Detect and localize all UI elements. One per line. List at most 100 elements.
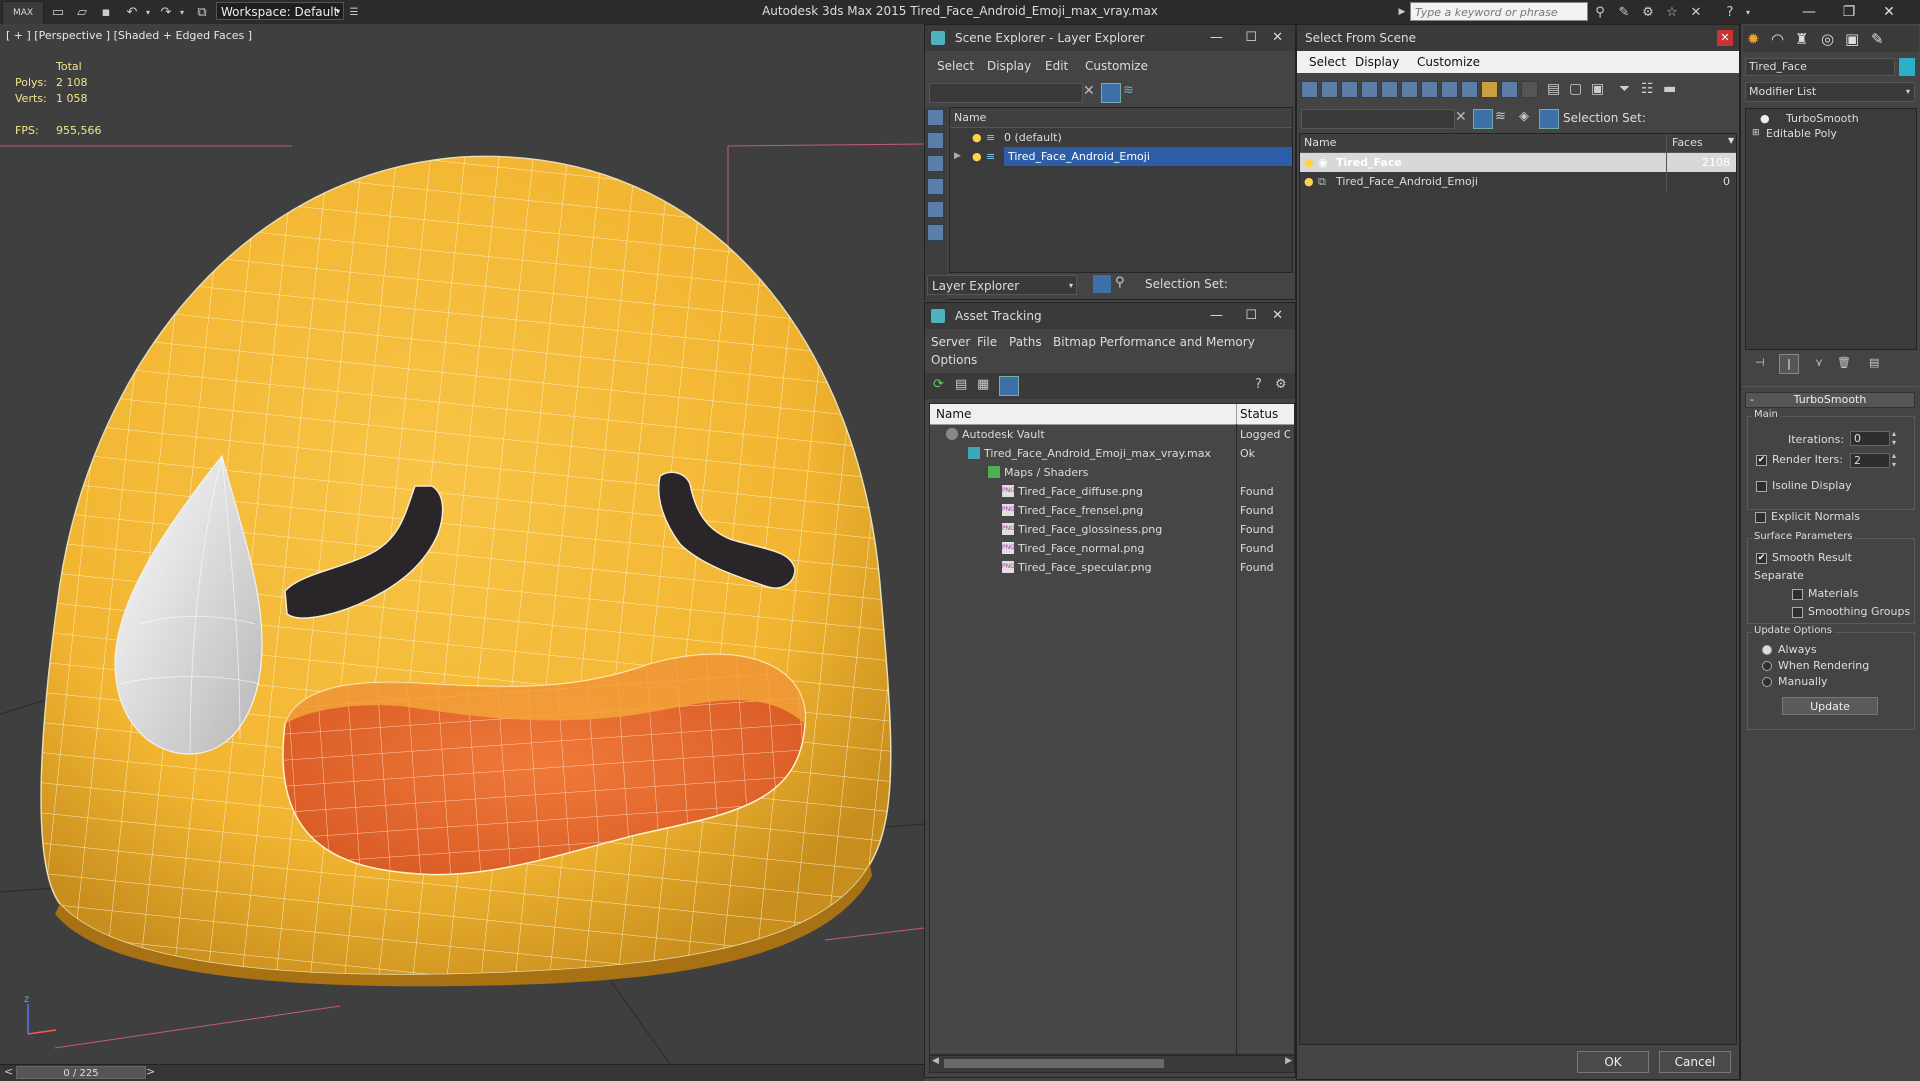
thumbnail-view-icon[interactable]: ▦ <box>977 377 993 393</box>
scroll-right-icon[interactable]: ▶ <box>1285 1056 1292 1066</box>
settings-icon[interactable]: ⚙ <box>1275 377 1291 393</box>
favorites-icon[interactable]: ☆ <box>1664 4 1680 20</box>
search-input[interactable]: Type a keyword or phrase <box>1410 2 1588 21</box>
render-iters-spinner[interactable]: 2 <box>1850 453 1890 468</box>
hierarchy-tab-icon[interactable]: ♜ <box>1795 30 1808 48</box>
open-file-icon[interactable]: ▱ <box>74 4 90 20</box>
asset-row[interactable]: PNG Tired_Face_glossiness.png Found <box>930 520 1294 539</box>
collapse-icon[interactable]: ▬ <box>1663 81 1676 97</box>
stack-item-editable-poly[interactable]: ⊞ Editable Poly <box>1746 124 1916 143</box>
binoculars-icon[interactable]: ⚲ <box>1592 4 1608 20</box>
shapes-icon[interactable] <box>1321 81 1338 98</box>
redo-dropdown-icon[interactable]: ▾ <box>174 4 190 20</box>
asset-tracking-titlebar[interactable]: Asset Tracking — ☐ ✕ <box>925 303 1295 329</box>
smoothing-groups-checkbox[interactable] <box>1792 607 1803 618</box>
modifier-stack[interactable]: ● TurboSmooth ⊞ Editable Poly <box>1745 108 1917 350</box>
render-iters-checkbox[interactable]: ✔ <box>1756 455 1767 466</box>
hidden-icon[interactable] <box>1521 81 1538 98</box>
time-prev-button[interactable]: < <box>4 1065 13 1078</box>
display-all-icon[interactable] <box>927 132 944 149</box>
exchange-icon[interactable]: ⚙ <box>1640 4 1656 20</box>
menu-customize[interactable]: Customize <box>1417 55 1480 69</box>
column-header-faces[interactable]: Faces <box>1672 136 1703 149</box>
menu-display[interactable]: Display <box>987 59 1031 73</box>
menu-options[interactable]: Options <box>931 353 977 367</box>
scene-explorer-titlebar[interactable]: Scene Explorer - Layer Explorer — ☐ ✕ <box>925 25 1295 51</box>
workspace-dropdown[interactable]: Workspace: Default ▾ <box>216 2 344 20</box>
cancel-button[interactable]: Cancel <box>1659 1051 1731 1073</box>
expand-search-icon[interactable]: ▶ <box>1394 4 1410 20</box>
asset-row[interactable]: PNG Tired_Face_specular.png Found <box>930 558 1294 577</box>
menu-display[interactable]: Display <box>1355 55 1399 69</box>
menu-server[interactable]: Server <box>931 335 970 349</box>
filter-toggle-icon[interactable] <box>1473 109 1493 129</box>
column-header-name[interactable]: Name <box>1304 136 1336 149</box>
hierarchy-icon[interactable]: ☷ <box>1641 81 1654 97</box>
perspective-viewport[interactable]: z [ + ] [Perspective ] [Shaded + Edged F… <box>0 24 924 1064</box>
list-view-icon[interactable]: ▤ <box>955 377 971 393</box>
always-radio[interactable] <box>1762 645 1772 655</box>
help-dropdown-icon[interactable]: ▾ <box>1740 4 1756 20</box>
materials-checkbox[interactable] <box>1792 589 1803 600</box>
asset-row[interactable]: PNG Tired_Face_frensel.png Found <box>930 501 1294 520</box>
select-from-scene-titlebar[interactable]: Select From Scene ✕ <box>1297 25 1739 51</box>
expand-plus-icon[interactable]: ⊞ <box>1752 124 1760 143</box>
maximize-icon[interactable]: ☐ <box>1245 25 1257 51</box>
asset-row[interactable]: Maps / Shaders <box>930 463 1294 482</box>
clear-search-icon[interactable]: ✕ <box>1455 109 1467 125</box>
create-tab-icon[interactable]: ✹ <box>1747 30 1760 48</box>
tools-icon[interactable]: ✎ <box>1616 4 1632 20</box>
explicit-normals-checkbox[interactable] <box>1755 512 1766 523</box>
help-icon[interactable]: ? <box>1722 4 1738 20</box>
containers-icon[interactable] <box>1481 81 1498 98</box>
new-file-icon[interactable]: ▭ <box>50 4 66 20</box>
utilities-tab-icon[interactable]: ✎ <box>1871 30 1884 48</box>
maximize-icon[interactable]: ☐ <box>1245 303 1257 329</box>
frozen-icon[interactable] <box>1501 81 1518 98</box>
asset-table[interactable]: Name Status Autodesk Vault Logged Out Tire… <box>929 403 1295 1055</box>
sort-arrow-icon[interactable]: ▼ <box>1728 136 1734 145</box>
restore-icon[interactable]: ❐ <box>1834 2 1864 22</box>
clear-search-icon[interactable]: ✕ <box>1083 83 1095 99</box>
lightbulb-icon[interactable]: ● <box>972 128 982 147</box>
menu-bitmap-performance[interactable]: Bitmap Performance and Memory <box>1053 335 1255 349</box>
display-invert-icon[interactable] <box>927 155 944 172</box>
cameras-icon[interactable] <box>1361 81 1378 98</box>
undo-icon[interactable]: ↶ <box>124 4 140 20</box>
iterations-spinner[interactable]: 0 <box>1850 431 1890 446</box>
make-unique-icon[interactable]: ⋎ <box>1815 356 1823 369</box>
scene-object-list[interactable]: Name Faces ▼ ● ◉ Tired_Face 2108 ● ⧉ Tir… <box>1299 133 1737 1045</box>
pin-stack-icon[interactable]: ⊣ <box>1755 356 1765 369</box>
xrefs-icon[interactable] <box>1441 81 1458 98</box>
viewport-canvas[interactable]: z <box>0 24 924 1064</box>
modifier-list-dropdown[interactable]: Modifier List ▾ <box>1745 82 1915 102</box>
expand-arrow-icon[interactable]: ▶ <box>954 147 961 166</box>
filter-icon[interactable]: ⏷ <box>1619 81 1630 97</box>
redo-icon[interactable]: ↷ <box>158 4 174 20</box>
layer-sort-icon[interactable] <box>1093 275 1111 293</box>
turbosmooth-rollout-header[interactable]: - TurboSmooth <box>1745 392 1915 408</box>
menu-icon[interactable]: ☰ <box>346 4 362 20</box>
display-tab-icon[interactable]: ▣ <box>1845 30 1859 48</box>
close-icon[interactable]: ✕ <box>1272 303 1283 329</box>
time-frame-indicator[interactable]: 0 / 225 <box>16 1066 146 1079</box>
lightbulb-icon[interactable]: ● <box>972 147 982 166</box>
geometry-filter-icon[interactable] <box>927 178 944 195</box>
lightbulb-icon[interactable]: ● <box>1304 153 1314 172</box>
menu-select[interactable]: Select <box>937 59 974 73</box>
filter-icon[interactable] <box>1101 83 1121 103</box>
when-rendering-radio[interactable] <box>1762 661 1772 671</box>
viewport-label[interactable]: [ + ] [Perspective ] [Shaded + Edged Fac… <box>6 29 252 42</box>
scene-row-layer[interactable]: ● ⧉ Tired_Face_Android_Emoji 0 <box>1300 172 1736 191</box>
column-header-status[interactable]: Status <box>1240 407 1278 421</box>
menu-paths[interactable]: Paths <box>1009 335 1042 349</box>
layers-icon[interactable]: ◈ <box>1519 109 1529 124</box>
help-icon[interactable]: ? <box>1255 377 1271 393</box>
menu-select[interactable]: Select <box>1309 55 1346 69</box>
spacewarps-icon[interactable] <box>1401 81 1418 98</box>
menu-edit[interactable]: Edit <box>1045 59 1068 73</box>
table-view-icon[interactable] <box>999 376 1019 396</box>
column-header-name[interactable]: Name <box>936 407 971 421</box>
display-all-icon[interactable]: ▤ <box>1547 81 1560 97</box>
minimize-icon[interactable]: — <box>1210 303 1223 329</box>
